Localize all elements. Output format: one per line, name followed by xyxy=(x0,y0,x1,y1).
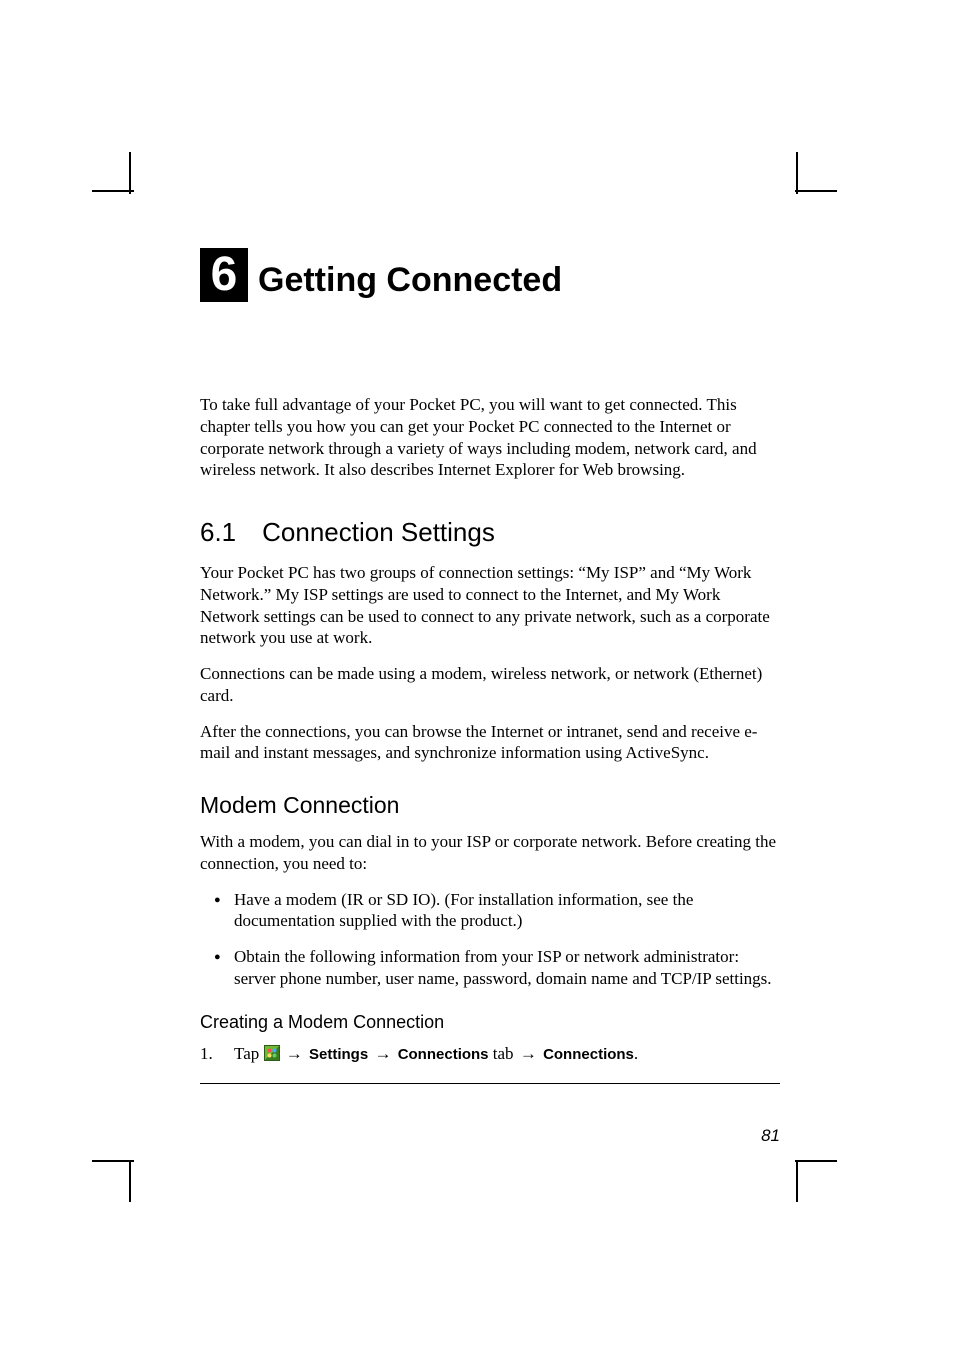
bullet-list: Have a modem (IR or SD IO). (For install… xyxy=(200,889,780,990)
list-item: Have a modem (IR or SD IO). (For install… xyxy=(200,889,780,933)
numbered-steps: 1. Tap → Settings → Connections tab → Co… xyxy=(200,1043,780,1065)
subsubsection-heading-create-modem: Creating a Modem Connection xyxy=(200,1012,780,1033)
step-item: 1. Tap → Settings → Connections tab → Co… xyxy=(200,1043,780,1065)
arrow-icon: → xyxy=(284,1044,305,1063)
period: . xyxy=(634,1044,638,1063)
section-heading-6-1: 6.1 Connection Settings xyxy=(200,517,780,548)
page-number: 81 xyxy=(761,1126,780,1146)
body-paragraph: Your Pocket PC has two groups of connect… xyxy=(200,562,780,649)
chapter-number-badge: 6 xyxy=(200,248,248,302)
nav-connections: Connections xyxy=(543,1046,634,1063)
nav-connections-tab: Connections xyxy=(398,1046,489,1063)
nav-settings: Settings xyxy=(309,1046,368,1063)
chapter-header: 6 Getting Connected xyxy=(200,248,780,302)
body-paragraph: With a modem, you can dial in to your IS… xyxy=(200,831,780,875)
start-icon xyxy=(264,1045,280,1061)
body-paragraph: After the connections, you can browse th… xyxy=(200,721,780,765)
footer-rule xyxy=(200,1083,780,1084)
step-text-lead: Tap xyxy=(234,1044,264,1063)
list-item: Obtain the following information from yo… xyxy=(200,946,780,990)
step-number: 1. xyxy=(200,1043,213,1065)
chapter-title: Getting Connected xyxy=(258,261,562,299)
arrow-icon: → xyxy=(372,1044,393,1063)
body-paragraph: Connections can be made using a modem, w… xyxy=(200,663,780,707)
intro-paragraph: To take full advantage of your Pocket PC… xyxy=(200,394,780,481)
subsection-heading-modem: Modem Connection xyxy=(200,792,780,819)
tab-word: tab xyxy=(489,1044,518,1063)
arrow-icon: → xyxy=(518,1044,539,1063)
